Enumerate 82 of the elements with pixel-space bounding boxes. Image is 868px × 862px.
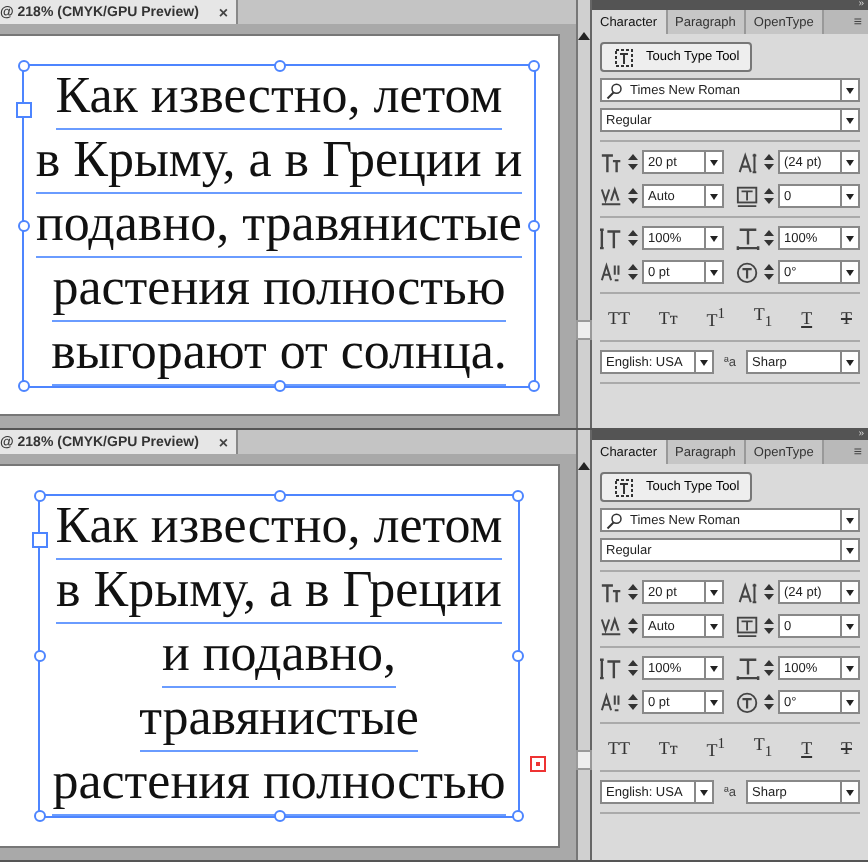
scrollbar[interactable] [576, 430, 592, 860]
baseline-icon [600, 260, 624, 284]
close-button[interactable]: × [218, 433, 229, 451]
kerning-icon [600, 614, 624, 638]
scrollbar[interactable] [576, 0, 592, 428]
text-style-button[interactable]: T [836, 304, 856, 330]
leading-icon [736, 580, 760, 604]
text-line: растения полностью [52, 752, 506, 816]
size-icon [600, 150, 624, 174]
spinner-icon[interactable] [764, 188, 774, 204]
spinner-icon[interactable] [628, 694, 638, 710]
text-style-button[interactable]: T [836, 734, 856, 760]
selection-handle[interactable] [511, 810, 524, 822]
selection-handle[interactable] [17, 219, 30, 231]
selection-handle[interactable] [528, 219, 541, 231]
spinner-icon[interactable] [764, 660, 774, 676]
text-style-button[interactable]: T [797, 304, 817, 330]
spinner-icon[interactable] [628, 188, 638, 204]
text-style-button[interactable]: T$^{1}$ [702, 734, 729, 760]
selection-handle[interactable] [528, 379, 541, 391]
close-button[interactable]: × [218, 3, 229, 21]
selection-handle[interactable] [34, 810, 47, 822]
search-icon [606, 81, 624, 99]
hscale-icon [736, 656, 760, 680]
selection-handle[interactable] [273, 490, 285, 502]
rotation-icon [736, 260, 760, 284]
size-icon [600, 580, 624, 604]
text-style-button[interactable]: T$_{1}$ [749, 734, 777, 760]
text-style-button[interactable]: Tт [654, 734, 682, 760]
text-line: и подавно, [161, 624, 397, 688]
vscale-icon [600, 656, 624, 680]
spinner-icon[interactable] [764, 154, 774, 170]
in-port[interactable] [15, 101, 32, 117]
spinner-icon[interactable] [764, 618, 774, 634]
text-line: Как известно, летом [55, 496, 503, 560]
spinner-icon[interactable] [628, 618, 638, 634]
spinner-icon[interactable] [628, 154, 638, 170]
spinner-icon[interactable] [628, 660, 638, 676]
text-line: подавно, травянистые [36, 193, 522, 257]
selection-handle[interactable] [17, 59, 30, 71]
text-line: выгорают от солнца. [51, 321, 507, 385]
rotation-icon [736, 690, 760, 714]
selection-handle[interactable] [273, 810, 285, 822]
text-line: в Крыму, а в Греции и [35, 129, 523, 193]
selection-handle[interactable] [34, 650, 47, 662]
spinner-icon[interactable] [764, 584, 774, 600]
spinner-icon[interactable] [764, 264, 774, 280]
tracking-icon [736, 184, 760, 208]
text-line: Как известно, летом [55, 65, 503, 129]
leading-icon [736, 150, 760, 174]
selection-handle[interactable] [17, 379, 30, 391]
selection-handle[interactable] [511, 490, 524, 502]
in-port[interactable] [32, 532, 49, 548]
tracking-icon [736, 614, 760, 638]
text-style-button[interactable]: TT [604, 304, 634, 330]
spinner-icon[interactable] [628, 264, 638, 280]
spinner-icon[interactable] [628, 584, 638, 600]
type-tool-icon [612, 45, 636, 69]
text-line: в Крыму, а в Греции [56, 560, 502, 624]
selection-handle[interactable] [528, 59, 541, 71]
selection-handle[interactable] [273, 379, 285, 391]
text-style-button[interactable]: T [797, 734, 817, 760]
spinner-icon[interactable] [628, 230, 638, 246]
text-frame[interactable]: Как известно, летом в Крыму, а в Греции и подавно, травянистые растения полностью выгорают от солнца. [21, 63, 537, 387]
selection-handle[interactable] [273, 59, 285, 71]
text-style-button[interactable]: Tт [654, 304, 682, 330]
text-style-button[interactable]: TT [604, 734, 634, 760]
vscale-icon [600, 226, 624, 250]
spinner-icon[interactable] [764, 694, 774, 710]
text-style-button[interactable]: T$^{1}$ [702, 304, 729, 330]
selection-handle[interactable] [511, 650, 524, 662]
text-line: травянистые [139, 688, 419, 752]
type-tool-icon [612, 475, 636, 499]
hscale-icon [736, 226, 760, 250]
kerning-icon [600, 184, 624, 208]
selection-handle[interactable] [34, 490, 47, 502]
spinner-icon[interactable] [764, 230, 774, 246]
overflow-icon[interactable] [529, 756, 546, 772]
baseline-icon [600, 690, 624, 714]
text-style-button[interactable]: T$_{1}$ [749, 304, 777, 330]
text-line: растения полностью [52, 257, 506, 321]
search-icon [606, 511, 624, 529]
